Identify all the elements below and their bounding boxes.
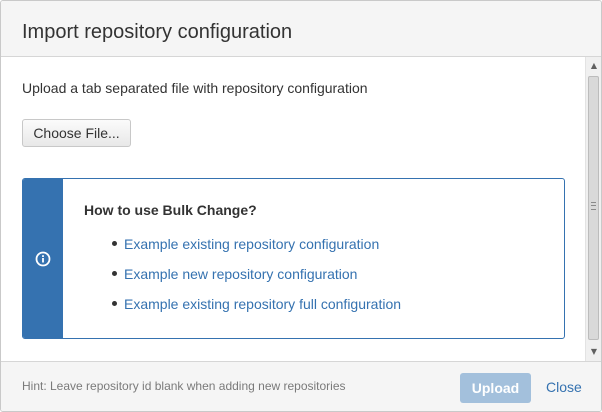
footer-hint: Hint: Leave repository id blank when add… — [22, 379, 346, 393]
info-heading: How to use Bulk Change? — [84, 202, 257, 218]
list-item: Example existing repository full configu… — [84, 295, 401, 325]
example-existing-full-config-link[interactable]: Example existing repository full configu… — [124, 296, 401, 312]
info-stripe — [23, 179, 63, 338]
example-new-config-link[interactable]: Example new repository configuration — [124, 266, 357, 282]
dialog-body: Upload a tab separated file with reposit… — [1, 57, 585, 361]
bullet-icon — [112, 241, 117, 246]
bullet-icon — [112, 271, 117, 276]
list-item: Example existing repository configuratio… — [84, 235, 401, 265]
close-link[interactable]: Close — [546, 379, 582, 395]
upload-button[interactable]: Upload — [460, 373, 531, 403]
vertical-scrollbar[interactable]: ▲ ▼ — [585, 57, 601, 361]
upload-instruction: Upload a tab separated file with reposit… — [22, 80, 368, 96]
dialog-header: Import repository configuration — [1, 1, 601, 57]
scroll-down-icon[interactable]: ▼ — [586, 344, 601, 360]
grip-icon — [591, 202, 596, 210]
example-existing-config-link[interactable]: Example existing repository configuratio… — [124, 236, 379, 252]
bullet-icon — [112, 301, 117, 306]
dialog-footer: Hint: Leave repository id blank when add… — [1, 361, 601, 411]
example-links-list: Example existing repository configuratio… — [84, 235, 401, 325]
scroll-up-icon[interactable]: ▲ — [586, 58, 601, 74]
info-circle-icon — [35, 251, 51, 267]
list-item: Example new repository configuration — [84, 265, 401, 295]
dialog-title: Import repository configuration — [22, 21, 293, 43]
info-panel: How to use Bulk Change? Example existing… — [22, 178, 565, 339]
scrollbar-thumb[interactable] — [588, 76, 599, 340]
import-repository-dialog: Import repository configuration Upload a… — [0, 0, 602, 412]
choose-file-button[interactable]: Choose File... — [22, 119, 131, 147]
